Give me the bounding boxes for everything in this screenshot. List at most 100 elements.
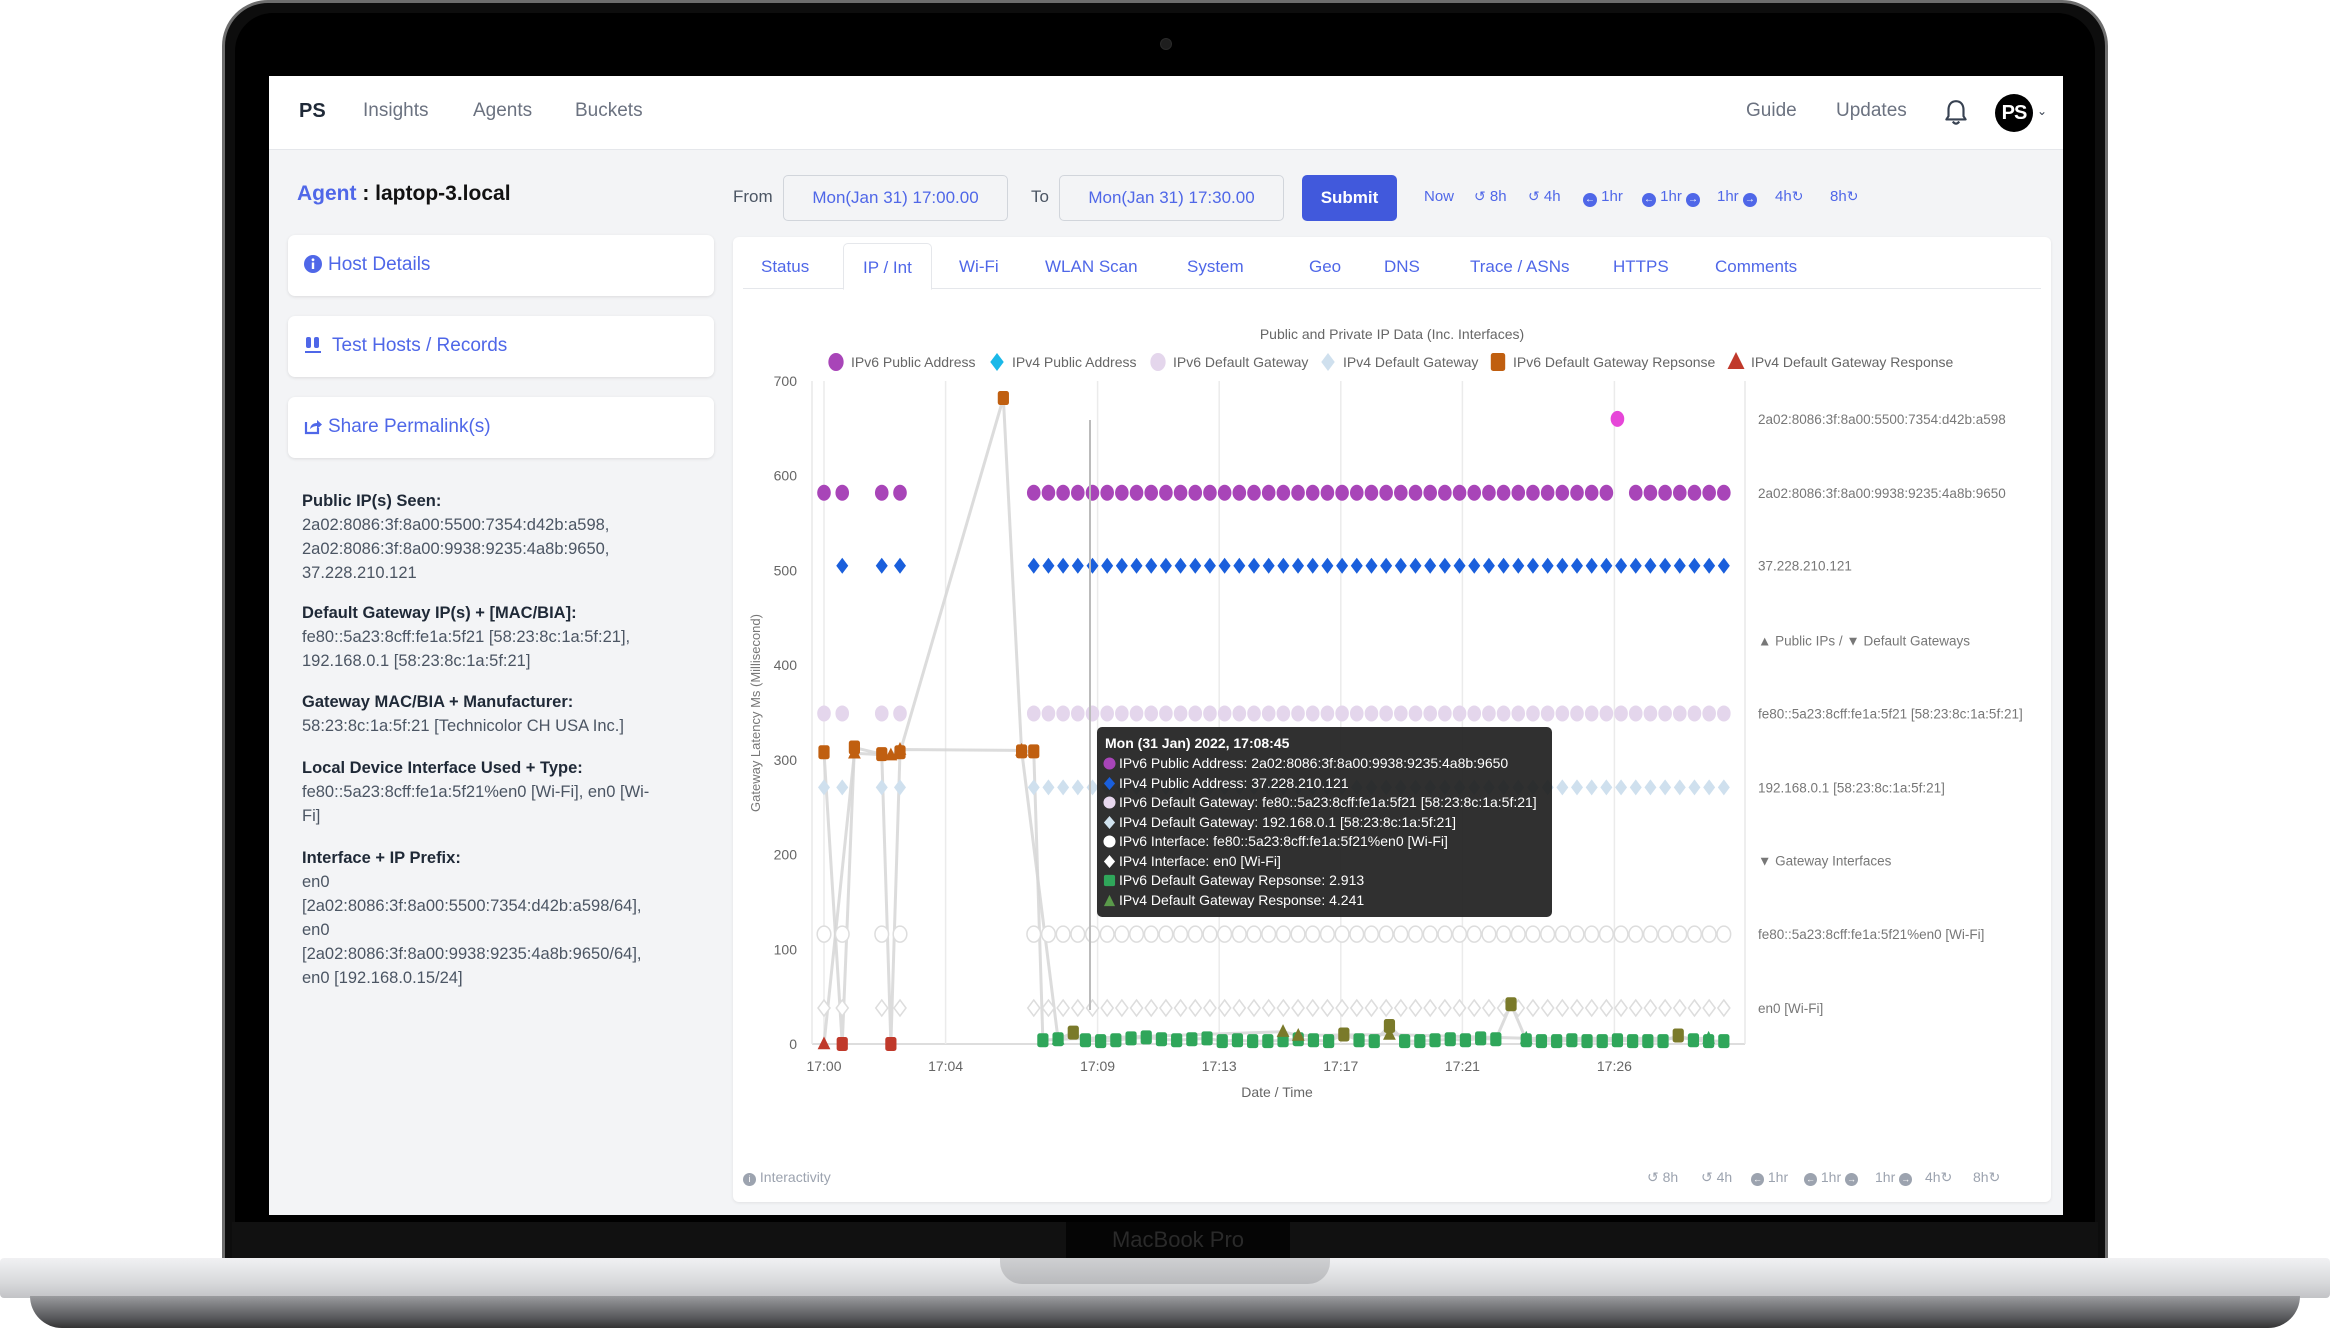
circle-icon [1103, 757, 1116, 770]
footer-forward-4h[interactable]: 4h↻ [1925, 1169, 1952, 1186]
tab-ip-int[interactable]: IP / Int [843, 243, 932, 290]
from-label: From [733, 187, 773, 206]
quick-forward-8h[interactable]: 8h↻ [1830, 188, 1858, 205]
y-axis-label: Gateway Latency Ms (Millisecond) [748, 614, 763, 812]
lane-marker [1217, 925, 1233, 943]
local-interface-info: Local Device Interface Used + Type: fe80… [302, 756, 702, 828]
quick-forward-1hr[interactable]: 1hr → [1717, 188, 1757, 207]
diamond-icon [1103, 815, 1116, 829]
legend-label[interactable]: IPv4 Public Address [1012, 354, 1137, 370]
lane-marker [1467, 705, 1482, 722]
lane-marker [1510, 925, 1526, 943]
agent-label: Agent [297, 182, 357, 205]
lane-marker [1188, 705, 1203, 722]
footer-quick-label: 8h [1662, 1169, 1679, 1185]
chevron-down-icon[interactable]: ⌄ [2037, 104, 2047, 118]
quick-back-8h[interactable]: ↺ 8h [1474, 188, 1507, 205]
tab-geo[interactable]: Geo [1309, 257, 1341, 277]
lane-marker [1554, 925, 1570, 943]
host-details-card[interactable]: Host Details [288, 235, 714, 296]
lane-marker [1610, 410, 1625, 427]
nav-agents[interactable]: Agents [473, 100, 532, 122]
footer-back-8h[interactable]: ↺ 8h [1647, 1169, 1678, 1186]
interface-prefix-info: Interface + IP Prefix: en0 [2a02:8086:3f… [302, 846, 702, 990]
lane-marker [1628, 925, 1644, 943]
share-permalink-card[interactable]: Share Permalink(s) [288, 397, 714, 458]
tab-comments[interactable]: Comments [1715, 257, 1797, 277]
lane-marker [1481, 925, 1497, 943]
avatar[interactable]: PS [1995, 94, 2033, 132]
lane-marker [1686, 925, 1703, 943]
submit-button[interactable]: Submit [1302, 175, 1397, 221]
tab-wlan-scan[interactable]: WLAN Scan [1045, 257, 1138, 277]
ipv6-gw-response-point [1079, 1033, 1092, 1048]
lane-marker [816, 925, 832, 943]
quick-back-4h[interactable]: ↺ 4h [1528, 188, 1561, 205]
lane-marker [1084, 925, 1101, 943]
quick-label: 8h [1830, 188, 1847, 205]
to-label: To [1031, 187, 1049, 206]
lane-marker [1482, 484, 1496, 501]
lane-annotation: en0 [Wi-Fi] [1758, 1001, 1823, 1016]
ipv6-gw-response-point [1657, 1034, 1669, 1049]
footer-back-4h[interactable]: ↺ 4h [1701, 1169, 1732, 1186]
interactivity-toggle[interactable]: i Interactivity [743, 1169, 831, 1186]
footer-shift-1hr[interactable]: ← 1hr → [1804, 1169, 1859, 1186]
quick-back-1hr[interactable]: ← 1hr [1583, 188, 1623, 207]
footer-back-1hr[interactable]: ← 1hr [1751, 1169, 1788, 1186]
lane-marker [1584, 705, 1599, 722]
arrow-right-circle-icon: → [1742, 193, 1757, 207]
quick-forward-4h[interactable]: 4h↻ [1775, 188, 1803, 205]
agent-name: laptop-3.local [375, 182, 511, 205]
lane-marker [1247, 705, 1261, 722]
to-input[interactable]: Mon(Jan 31) 17:30.00 [1059, 175, 1284, 221]
ipv6-gw-response-point [1596, 1034, 1608, 1049]
ipv6-gw-response-point [1505, 997, 1517, 1012]
host-details-label: Host Details [328, 254, 431, 275]
legend-label[interactable]: IPv6 Default Gateway [1173, 354, 1308, 370]
x-axis-label: Date / Time [1241, 1084, 1313, 1100]
lane-marker [1642, 925, 1658, 943]
lane-marker [1702, 484, 1716, 501]
tab-dns[interactable]: DNS [1384, 257, 1420, 277]
public-ips-info: Public IP(s) Seen: 2a02:8086:3f:8a00:550… [302, 489, 702, 585]
from-input[interactable]: Mon(Jan 31) 17:00.00 [783, 175, 1008, 221]
lane-marker [1144, 705, 1159, 722]
quick-label: 4h [1543, 188, 1561, 205]
lane-marker [1658, 705, 1672, 722]
lane-marker [1672, 925, 1688, 943]
tab-trace-asns[interactable]: Trace / ASNs [1470, 257, 1570, 277]
lane-marker [1687, 705, 1702, 722]
bell-icon[interactable] [1943, 98, 1969, 128]
lane-marker [835, 705, 850, 722]
brand-logo[interactable]: PS [299, 100, 326, 123]
nav-guide[interactable]: Guide [1746, 100, 1797, 122]
quick-shift-1hr[interactable]: ← 1hr → [1642, 188, 1701, 207]
laptop-notch [1000, 1258, 1330, 1284]
nav-insights[interactable]: Insights [363, 100, 428, 122]
test-hosts-card[interactable]: Test Hosts / Records [288, 316, 714, 377]
tab-wifi[interactable]: Wi-Fi [959, 257, 999, 277]
share-icon [304, 420, 322, 435]
legend-label[interactable]: IPv4 Default Gateway [1343, 354, 1478, 370]
footer-forward-1hr[interactable]: 1hr → [1875, 1169, 1913, 1186]
tab-status[interactable]: Status [761, 257, 809, 277]
legend-label[interactable]: IPv4 Default Gateway Response [1751, 354, 1954, 370]
ipv6-gw-response-point [1429, 1033, 1441, 1048]
history-icon: ↺ [1647, 1169, 1659, 1185]
redo-icon: ↻ [1846, 188, 1859, 204]
nav-updates[interactable]: Updates [1836, 100, 1907, 122]
footer-forward-8h[interactable]: 8h↻ [1973, 1169, 2000, 1186]
tab-system[interactable]: System [1187, 257, 1244, 277]
lane-marker [1232, 484, 1247, 501]
lane-marker [835, 484, 850, 501]
lane-marker [1423, 484, 1437, 501]
nav-buckets[interactable]: Buckets [575, 100, 643, 122]
quick-now[interactable]: Now [1424, 188, 1454, 205]
legend-label[interactable]: IPv6 Default Gateway Repsonse [1513, 354, 1716, 370]
lane-marker [1408, 705, 1423, 722]
legend-label[interactable]: IPv6 Public Address [851, 354, 976, 370]
lane-marker [1100, 484, 1114, 501]
tab-https[interactable]: HTTPS [1613, 257, 1669, 277]
footer-quick-label: 1hr [1875, 1169, 1896, 1185]
